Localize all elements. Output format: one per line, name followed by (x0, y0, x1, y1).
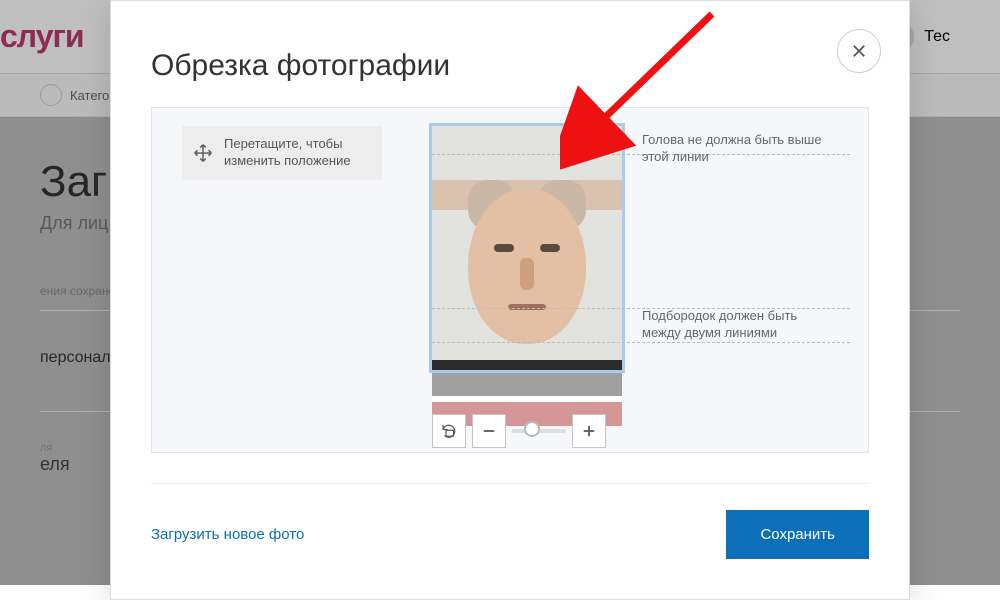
modal-footer: Загрузить новое фото Сохранить (151, 484, 869, 559)
guide-text-top: Голова не должна быть выше этой линии (642, 132, 832, 166)
rotate-button[interactable] (432, 414, 466, 448)
guide-text-bottom: Подбородок должен быть между двумя линия… (642, 308, 832, 342)
rotate-icon (440, 422, 458, 440)
close-icon (852, 44, 866, 58)
zoom-slider-thumb[interactable] (524, 421, 540, 437)
drag-hint-text: Перетащите, чтобы изменить положение (224, 136, 368, 170)
crop-photo-modal: Обрезка фотографии Перетащите, чтобы изм… (110, 0, 910, 600)
crop-toolbar (432, 414, 606, 448)
photo-preview[interactable] (432, 126, 622, 426)
save-button[interactable]: Сохранить (726, 510, 869, 559)
zoom-out-button[interactable] (472, 414, 506, 448)
zoom-slider[interactable] (512, 429, 566, 433)
crop-panel: Перетащите, чтобы изменить положение Гол… (151, 107, 869, 453)
drag-hint-box: Перетащите, чтобы изменить положение (182, 126, 382, 180)
move-icon (192, 142, 214, 164)
zoom-in-button[interactable] (572, 414, 606, 448)
plus-icon (582, 424, 596, 438)
photo-crop-area[interactable] (432, 126, 622, 426)
minus-icon (482, 424, 496, 438)
modal-title: Обрезка фотографии (151, 1, 869, 107)
close-button[interactable] (837, 29, 881, 73)
upload-new-photo-link[interactable]: Загрузить новое фото (151, 526, 304, 543)
